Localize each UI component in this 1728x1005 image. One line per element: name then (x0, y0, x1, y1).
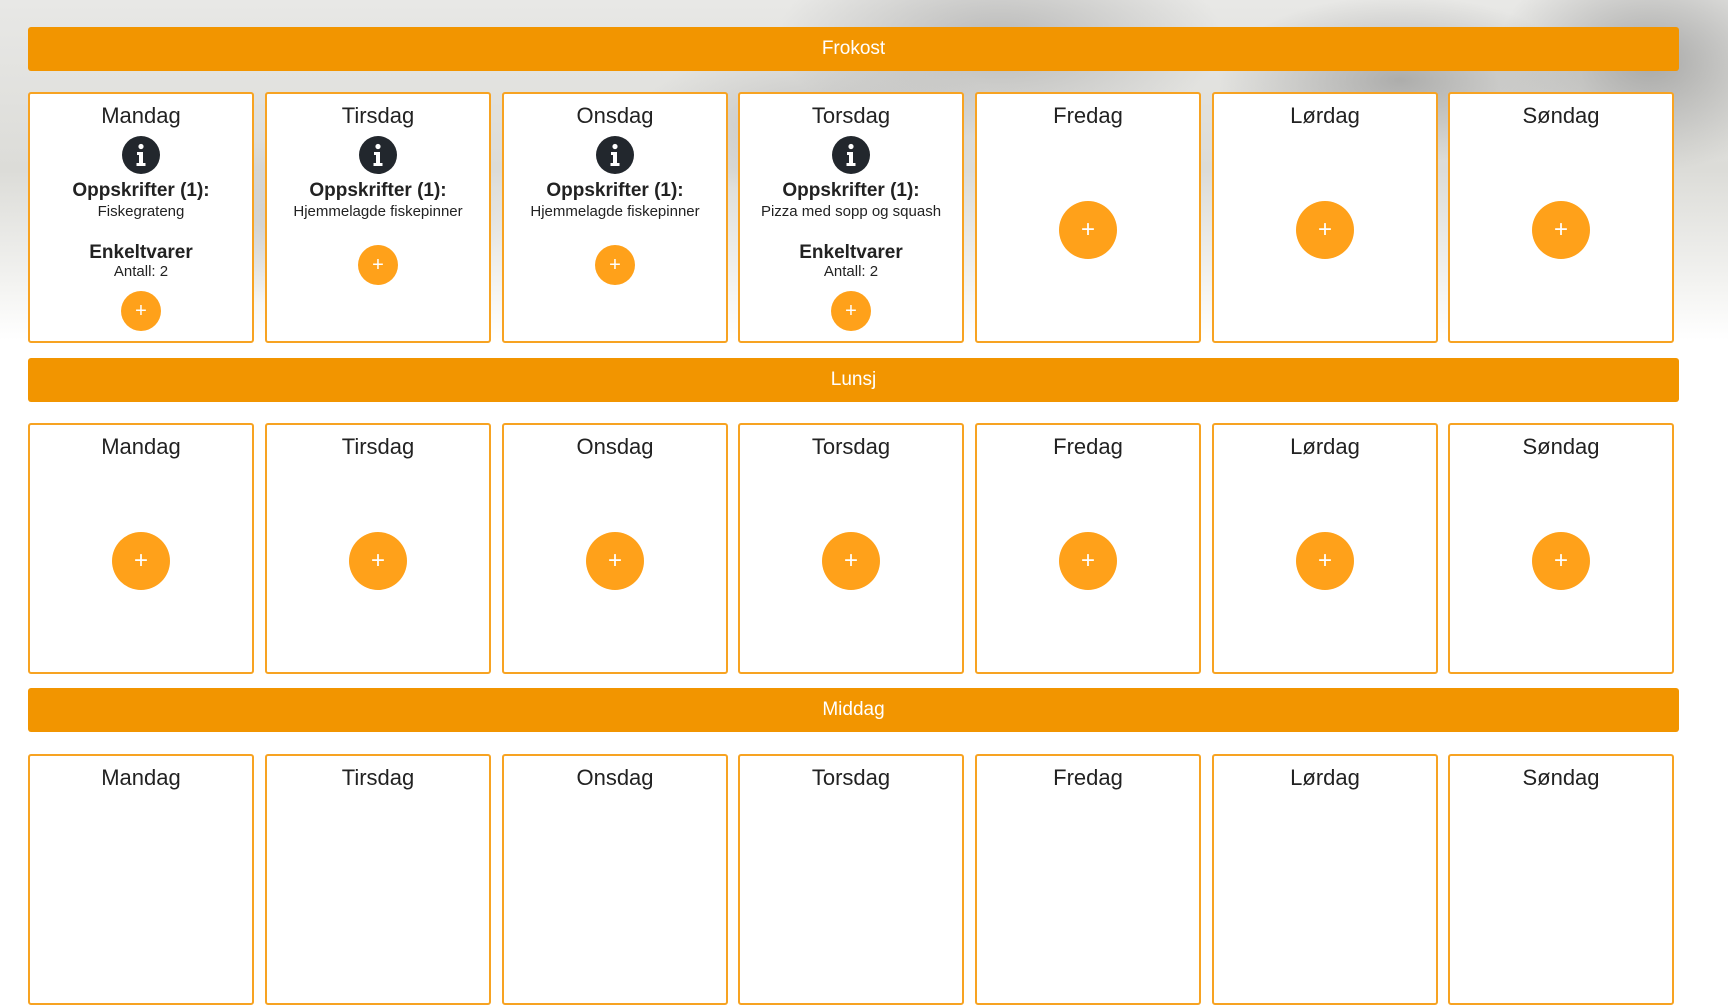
single-items-count: Antall: 2 (113, 263, 169, 280)
day-name: Søndag (1522, 765, 1600, 790)
add-button[interactable]: + (831, 291, 871, 331)
day-name: Mandag (101, 434, 181, 459)
day-name: Fredag (1053, 434, 1123, 459)
recipes-label: Oppskrifter (1): (309, 180, 447, 201)
day-card-fredag: Fredag + (975, 92, 1201, 343)
meal-header-lunsj: Lunsj (28, 358, 1679, 402)
recipe-link[interactable]: Hjemmelagde fiskepinner (504, 203, 726, 220)
recipes-label: Oppskrifter (1): (782, 180, 920, 201)
meal-planner: Frokost Mandag Oppskrifter (1): Fiskegra… (0, 0, 1728, 1005)
day-name: Onsdag (576, 434, 654, 459)
day-name: Onsdag (576, 765, 654, 790)
add-button[interactable]: + (358, 245, 398, 285)
info-icon[interactable] (596, 136, 634, 174)
day-card-tirsdag: Tirsdag (265, 754, 491, 1005)
day-name: Mandag (101, 103, 181, 128)
add-button[interactable]: + (822, 532, 880, 590)
day-name: Tirsdag (341, 103, 415, 128)
day-card-sondag: Søndag + (1448, 423, 1674, 674)
day-name: Torsdag (811, 103, 891, 128)
day-card-tirsdag: Tirsdag + (265, 423, 491, 674)
day-card-onsdag: Onsdag + (502, 423, 728, 674)
single-items-label: Enkeltvarer (89, 242, 193, 263)
day-name: Lørdag (1290, 765, 1360, 790)
day-name: Onsdag (576, 103, 654, 128)
meal-header-frokost: Frokost (28, 27, 1679, 71)
meal-header-middag: Middag (28, 688, 1679, 732)
day-name: Fredag (1053, 765, 1123, 790)
day-card-mandag: Mandag (28, 754, 254, 1005)
add-button[interactable]: + (1532, 201, 1590, 259)
day-name: Tirsdag (341, 434, 415, 459)
day-name: Tirsdag (341, 765, 415, 790)
day-name: Fredag (1053, 103, 1123, 128)
day-card-mandag: Mandag + (28, 423, 254, 674)
recipes-label: Oppskrifter (1): (72, 180, 210, 201)
add-button[interactable]: + (586, 532, 644, 590)
day-card-onsdag: Onsdag Oppskrifter (1): Hjemmelagde fisk… (502, 92, 728, 343)
add-button[interactable]: + (595, 245, 635, 285)
day-name: Torsdag (811, 434, 891, 459)
recipes-label: Oppskrifter (1): (546, 180, 684, 201)
add-button[interactable]: + (1532, 532, 1590, 590)
day-card-lordag: Lørdag (1212, 754, 1438, 1005)
day-card-sondag: Søndag (1448, 754, 1674, 1005)
add-button[interactable]: + (121, 291, 161, 331)
add-button[interactable]: + (1059, 201, 1117, 259)
day-card-onsdag: Onsdag (502, 754, 728, 1005)
day-name: Torsdag (811, 765, 891, 790)
day-name: Søndag (1522, 103, 1600, 128)
day-card-torsdag: Torsdag + (738, 423, 964, 674)
day-card-lordag: Lørdag + (1212, 92, 1438, 343)
day-card-sondag: Søndag + (1448, 92, 1674, 343)
recipe-link[interactable]: Hjemmelagde fiskepinner (267, 203, 489, 220)
day-card-lordag: Lørdag + (1212, 423, 1438, 674)
info-icon[interactable] (832, 136, 870, 174)
recipe-link[interactable]: Pizza med sopp og squash (740, 203, 962, 220)
add-button[interactable]: + (349, 532, 407, 590)
recipe-link[interactable]: Fiskegrateng (30, 203, 252, 220)
day-card-mandag: Mandag Oppskrifter (1): Fiskegrateng Enk… (28, 92, 254, 343)
info-icon[interactable] (359, 136, 397, 174)
day-card-fredag: Fredag (975, 754, 1201, 1005)
day-card-tirsdag: Tirsdag Oppskrifter (1): Hjemmelagde fis… (265, 92, 491, 343)
add-button[interactable]: + (1296, 201, 1354, 259)
day-name: Søndag (1522, 434, 1600, 459)
day-name: Lørdag (1290, 434, 1360, 459)
single-items-label: Enkeltvarer (799, 242, 903, 263)
add-button[interactable]: + (1059, 532, 1117, 590)
add-button[interactable]: + (112, 532, 170, 590)
day-card-torsdag: Torsdag Oppskrifter (1): Pizza med sopp … (738, 92, 964, 343)
info-icon[interactable] (122, 136, 160, 174)
day-card-torsdag: Torsdag (738, 754, 964, 1005)
day-name: Mandag (101, 765, 181, 790)
single-items-count: Antall: 2 (823, 263, 879, 280)
day-name: Lørdag (1290, 103, 1360, 128)
day-card-fredag: Fredag + (975, 423, 1201, 674)
add-button[interactable]: + (1296, 532, 1354, 590)
